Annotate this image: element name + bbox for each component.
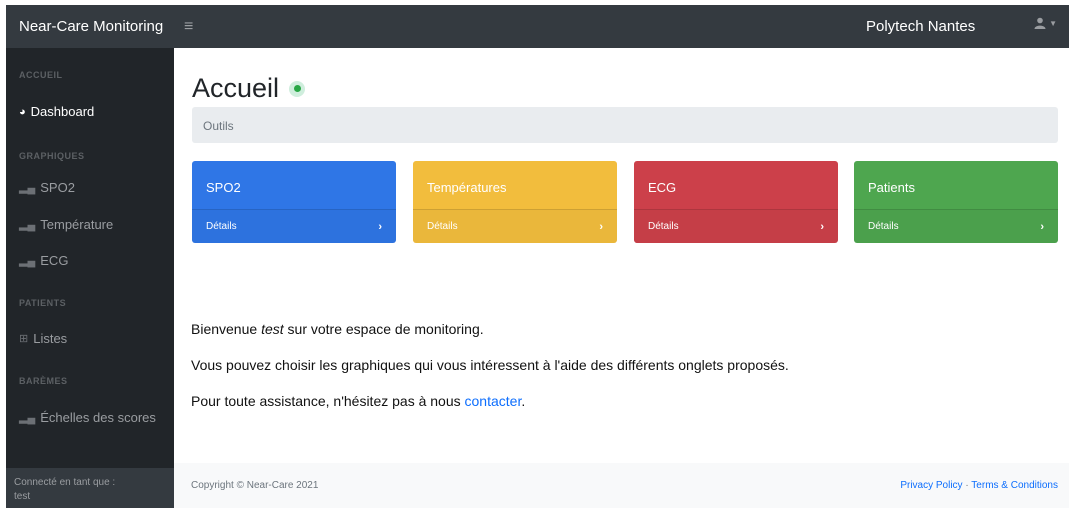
card-title: Températures: [427, 180, 507, 195]
card-details-label: Détails: [868, 221, 899, 232]
sidebar-item-temperature[interactable]: ▂▄ Température: [19, 217, 113, 232]
info-text: Vous pouvez choisir les graphiques qui v…: [191, 357, 789, 373]
welcome-text: Bienvenue test sur votre espace de monit…: [191, 321, 484, 337]
sidebar-item-label: Échelles des scores: [40, 410, 156, 425]
card-title: SPO2: [206, 180, 241, 195]
card-details-label: Détails: [427, 221, 458, 232]
privacy-policy-link[interactable]: Privacy Policy: [900, 480, 962, 491]
chart-icon: ▂▄: [19, 219, 36, 231]
card-details-link[interactable]: Détails ›: [192, 209, 396, 243]
card-details-link[interactable]: Détails ›: [413, 209, 617, 243]
sidebar-item-spo2[interactable]: ▂▄ SPO2: [19, 180, 75, 195]
chevron-right-icon: ›: [820, 220, 824, 233]
chevron-right-icon: ›: [378, 220, 382, 233]
card-title: ECG: [648, 180, 677, 195]
chevron-right-icon: ›: [1040, 220, 1044, 233]
page-title: Accueil: [192, 73, 306, 104]
card-details-link[interactable]: Détails ›: [854, 209, 1058, 243]
footer-links: Privacy Policy · Terms & Conditions: [900, 480, 1058, 491]
chevron-down-icon: ▼: [1049, 18, 1057, 28]
sidebar-item-label: Dashboard: [30, 104, 95, 119]
sidebar-item-label: Listes: [33, 331, 68, 346]
footer-separator: ·: [965, 480, 969, 491]
chart-icon: ▂▄: [19, 182, 36, 194]
sidebar: ACCUEIL ◕ Dashboard GRAPHIQUES ▂▄ SPO2 ▂…: [6, 48, 174, 508]
logged-in-label: Connecté en tant que :: [14, 477, 116, 488]
sidebar-item-ecg[interactable]: ▂▄ ECG: [19, 253, 68, 268]
sidebar-footer: Connecté en tant que : test: [6, 468, 174, 508]
sidebar-heading-graphiques: GRAPHIQUES: [19, 151, 85, 161]
sidebar-item-listes[interactable]: ⊞ Listes: [19, 331, 67, 346]
brand-link[interactable]: Near-Care Monitoring: [6, 18, 174, 35]
welcome-prefix: Bienvenue: [191, 321, 262, 337]
sidebar-heading-baremes: BARÈMES: [19, 376, 68, 386]
page-title-text: Accueil: [192, 73, 280, 103]
sidebar-item-dashboard[interactable]: ◕ Dashboard: [19, 104, 94, 119]
hamburger-icon[interactable]: ≡: [184, 18, 193, 36]
chevron-right-icon: ›: [599, 220, 603, 233]
chart-icon: ▂▄: [19, 255, 36, 267]
sidebar-item-label: Température: [40, 217, 114, 232]
card-title: Patients: [868, 180, 915, 195]
welcome-suffix: sur votre espace de monitoring.: [283, 321, 484, 337]
status-indicator: [289, 80, 306, 97]
page-footer: Copyright © Near-Care 2021 Privacy Polic…: [174, 463, 1069, 508]
breadcrumb: Outils: [192, 107, 1058, 143]
logged-in-user: test: [14, 491, 31, 502]
sidebar-heading-accueil: ACCUEIL: [19, 70, 63, 80]
sidebar-heading-patients: PATIENTS: [19, 298, 67, 308]
user-icon: [1034, 17, 1046, 29]
dashboard-icon: ◕: [19, 105, 26, 118]
welcome-user: test: [261, 321, 284, 337]
card-details-link[interactable]: Détails ›: [634, 209, 838, 243]
contact-link[interactable]: contacter: [465, 393, 522, 409]
user-menu-button[interactable]: ▼: [1034, 17, 1057, 29]
assistance-suffix: .: [521, 393, 526, 409]
main-content: Accueil Outils SPO2 Détails › Températur…: [174, 48, 1069, 508]
copyright-text: Copyright © Near-Care 2021: [191, 480, 319, 491]
chart-icon: ▂▄: [19, 412, 36, 424]
card-ecg: ECG Détails ›: [634, 161, 838, 243]
card-spo2: SPO2 Détails ›: [192, 161, 396, 243]
card-details-label: Détails: [648, 221, 679, 232]
sidebar-item-label: ECG: [40, 253, 69, 268]
assistance-text: Pour toute assistance, n'hésitez pas à n…: [191, 393, 525, 409]
top-navbar: Near-Care Monitoring ≡ Polytech Nantes ▼: [6, 5, 1069, 48]
terms-link[interactable]: Terms & Conditions: [971, 480, 1058, 491]
card-patients: Patients Détails ›: [854, 161, 1058, 243]
organization-name: Polytech Nantes: [866, 18, 976, 35]
sidebar-item-label: SPO2: [40, 180, 75, 195]
sidebar-item-echelles[interactable]: ▂▄ Échelles des scores: [19, 410, 156, 425]
card-details-label: Détails: [206, 221, 237, 232]
table-icon: ⊞: [19, 333, 29, 345]
card-temperatures: Températures Détails ›: [413, 161, 617, 243]
assistance-prefix: Pour toute assistance, n'hésitez pas à n…: [191, 393, 465, 409]
